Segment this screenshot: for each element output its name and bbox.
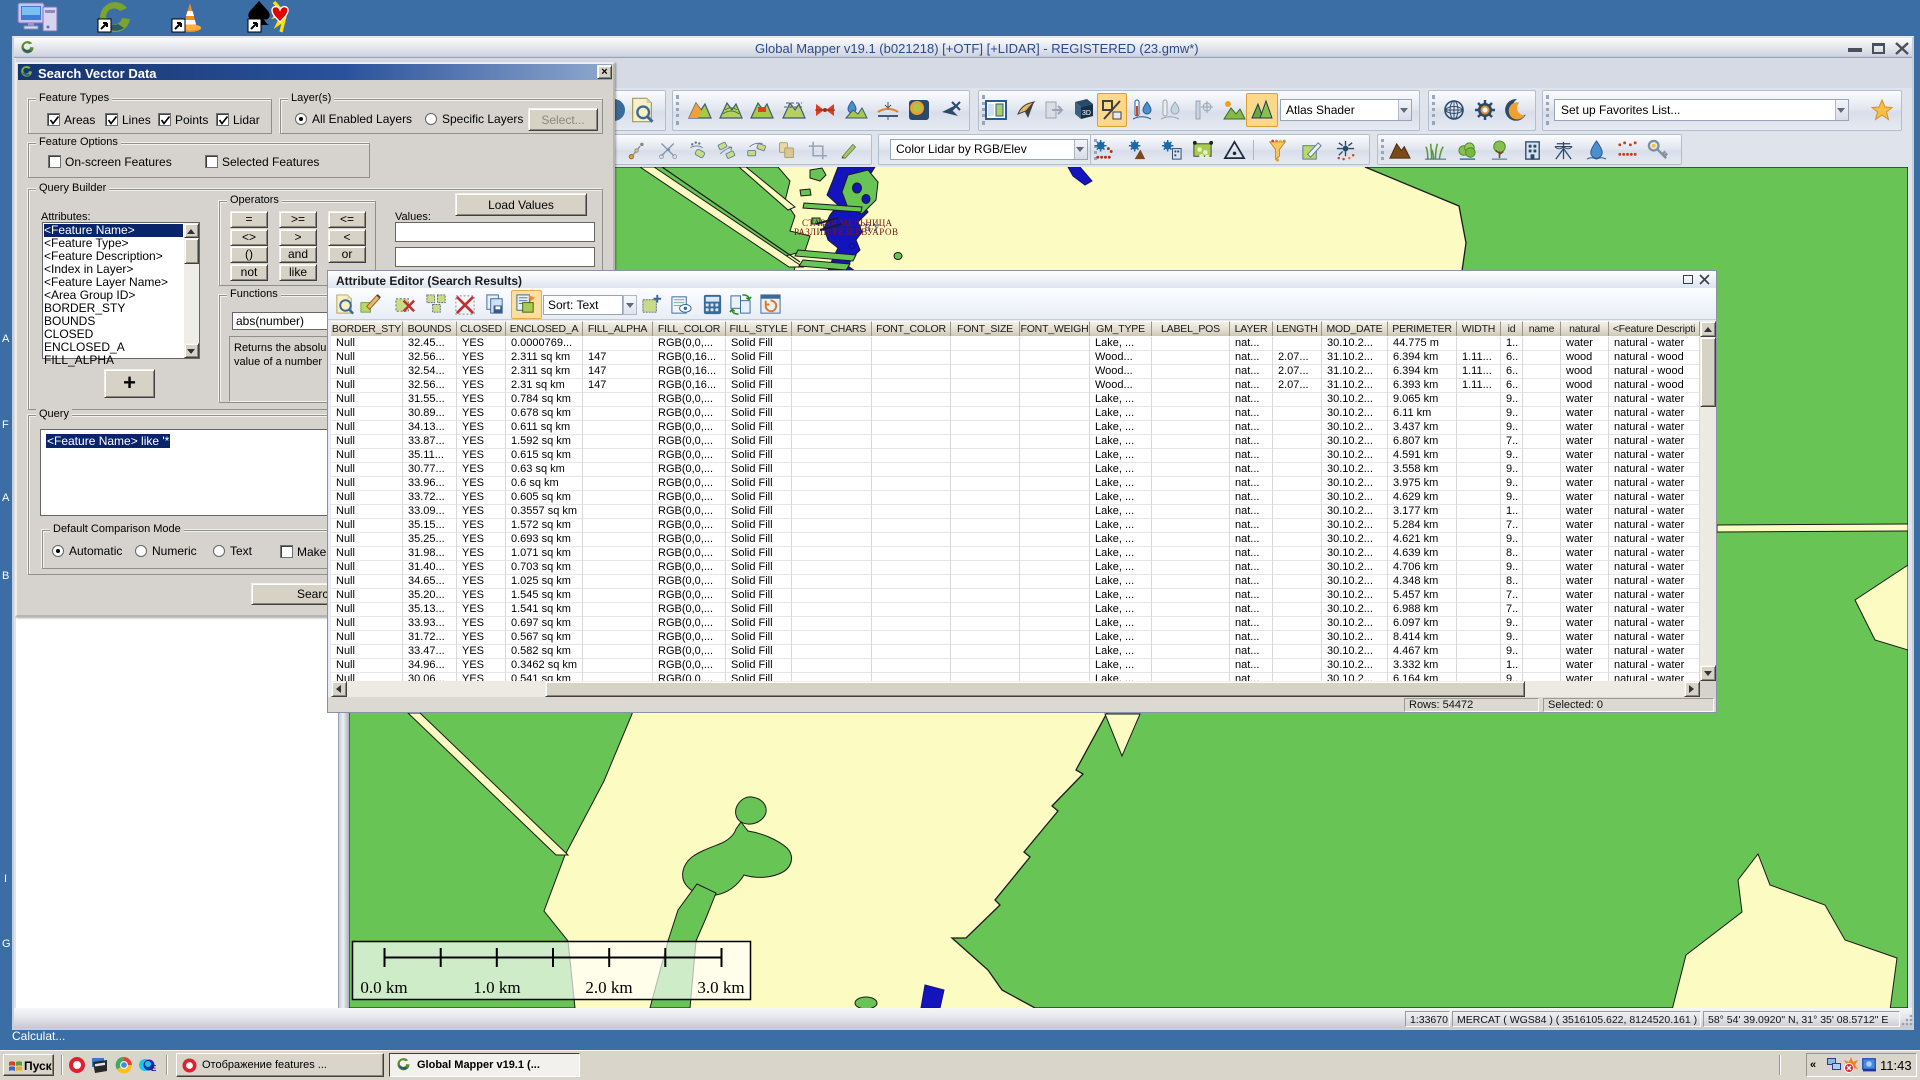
svg-text:3.0 km: 3.0 km (697, 978, 744, 997)
svg-text:РАЗЛИВ РЕЗЕРВУАРОВ: РАЗЛИВ РЕЗЕРВУАРОВ (794, 227, 898, 237)
svg-text:E: E (151, 1064, 157, 1073)
svg-text:3D: 3D (1082, 110, 1091, 117)
svg-text:2.0 km: 2.0 km (585, 978, 632, 997)
svg-text:РЕЗЕРВУ: РЕЗЕРВУ (822, 223, 881, 234)
svg-text:0.0 km: 0.0 km (360, 978, 407, 997)
svg-text:1.0 km: 1.0 km (473, 978, 520, 997)
